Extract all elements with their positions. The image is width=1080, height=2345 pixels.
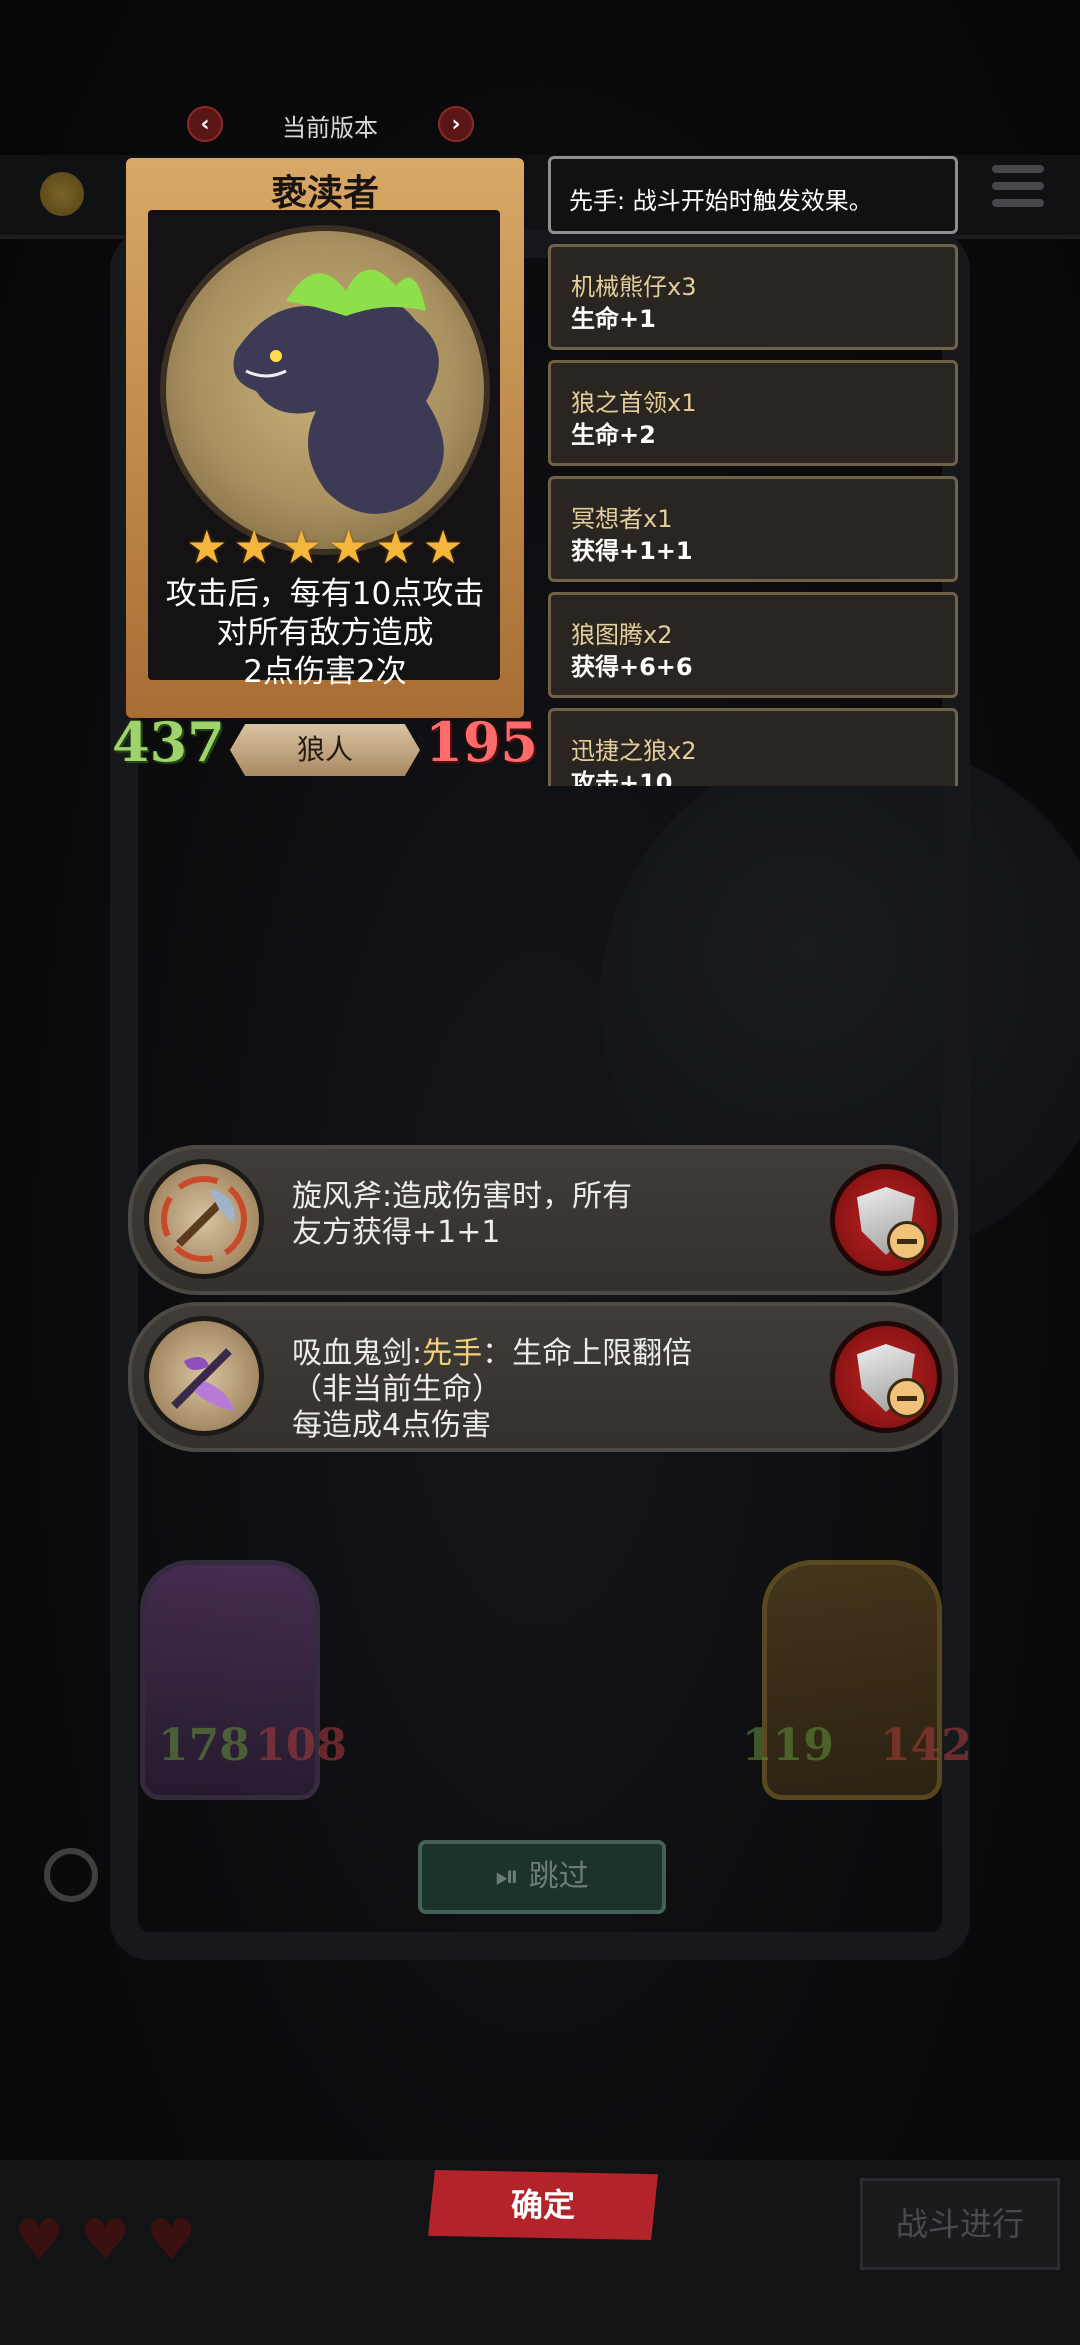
equipment-description: 吸血鬼剑:先手：生命上限翻倍 （非当前生命） 每造成4点伤害 [292, 1336, 693, 1443]
buff-item: 机械熊仔x3 生命+1 [548, 244, 958, 350]
version-label: 当前版本 [282, 114, 378, 142]
unit-attack: 119 [742, 1720, 834, 1771]
prev-version-button[interactable]: ‹ [187, 106, 223, 142]
skip-label: 跳过 [528, 1859, 589, 1894]
minus-icon [887, 1221, 927, 1261]
star-rating: ★ ★ ★ ★ ★ ★ [145, 520, 505, 574]
heart-icon: ♥ [146, 2208, 197, 2273]
first-strike-tooltip: 先手: 战斗开始时触发效果。 [548, 156, 958, 234]
heart-icon: ♥ [14, 2208, 65, 2273]
confirm-button[interactable]: 确定 [428, 2170, 658, 2240]
buff-item: 迅捷之狼x2 攻击+10 [548, 708, 958, 786]
card-name: 亵渎者 [270, 173, 379, 214]
ability-line: 2点伤害2次 [243, 654, 407, 690]
next-version-button[interactable]: › [438, 106, 474, 142]
unit-attack: 178 [158, 1720, 250, 1771]
equipment-description: 旋风斧:造成伤害时，所有 友方获得+1+1 [292, 1179, 633, 1250]
star-icon: ★ [233, 520, 275, 574]
unit-health: 142 [880, 1720, 972, 1771]
attack-value: 437 [112, 710, 225, 774]
coin-icon [40, 172, 84, 216]
equipment-row-vampire-sword: 吸血鬼剑:先手：生命上限翻倍 （非当前生命） 每造成4点伤害 [128, 1302, 958, 1452]
battle-button[interactable]: 战斗进行 [860, 2178, 1060, 2270]
ability-line: 对所有敌方造成 [216, 615, 434, 651]
buff-list[interactable]: 先手: 战斗开始时触发效果。 机械熊仔x3 生命+1 狼之首领x1 生命+2 冥… [548, 156, 960, 786]
buff-item: 狼之首领x1 生命+2 [548, 360, 958, 466]
buff-item: 冥想者x1 获得+1+1 [548, 476, 958, 582]
health-value: 195 [425, 710, 538, 774]
star-icon: ★ [328, 520, 370, 574]
card-ability: 攻击后，每有10点攻击 对所有敌方造成 2点伤害2次 [138, 575, 512, 692]
heart-icon: ♥ [80, 2208, 131, 2273]
star-icon: ★ [280, 520, 322, 574]
skip-button[interactable]: ⏯ 跳过 [418, 1840, 666, 1914]
card-stats: 437 狼人 195 [112, 710, 538, 790]
star-icon: ★ [186, 520, 228, 574]
equipment-row-whirlwind-axe: 旋风斧:造成伤害时，所有 友方获得+1+1 [128, 1145, 958, 1295]
star-icon: ★ [375, 520, 417, 574]
unit-card: 亵渎者 ★ ★ ★ ★ ★ ★ 攻击后，每有10点攻击 对所有敌方造成 2点伤害2次 43… [112, 150, 538, 790]
werewolf-portrait [160, 225, 490, 555]
unit-health: 108 [255, 1720, 347, 1771]
remove-equipment-button[interactable] [830, 1164, 942, 1276]
menu-icon[interactable] [992, 165, 1044, 215]
remove-equipment-button[interactable] [830, 1321, 942, 1433]
star-icon: ★ [422, 520, 464, 574]
ability-line: 攻击后，每有10点攻击 [165, 576, 485, 612]
play-pause-icon: ⏯ [495, 1859, 520, 1894]
axe-icon [144, 1159, 264, 1279]
vampire-sword-icon [144, 1316, 264, 1436]
tribe-label: 狼人 [230, 724, 420, 776]
buff-item: 狼图腾x2 获得+6+6 [548, 592, 958, 698]
minus-icon [887, 1378, 927, 1418]
search-icon[interactable] [44, 1848, 98, 1902]
